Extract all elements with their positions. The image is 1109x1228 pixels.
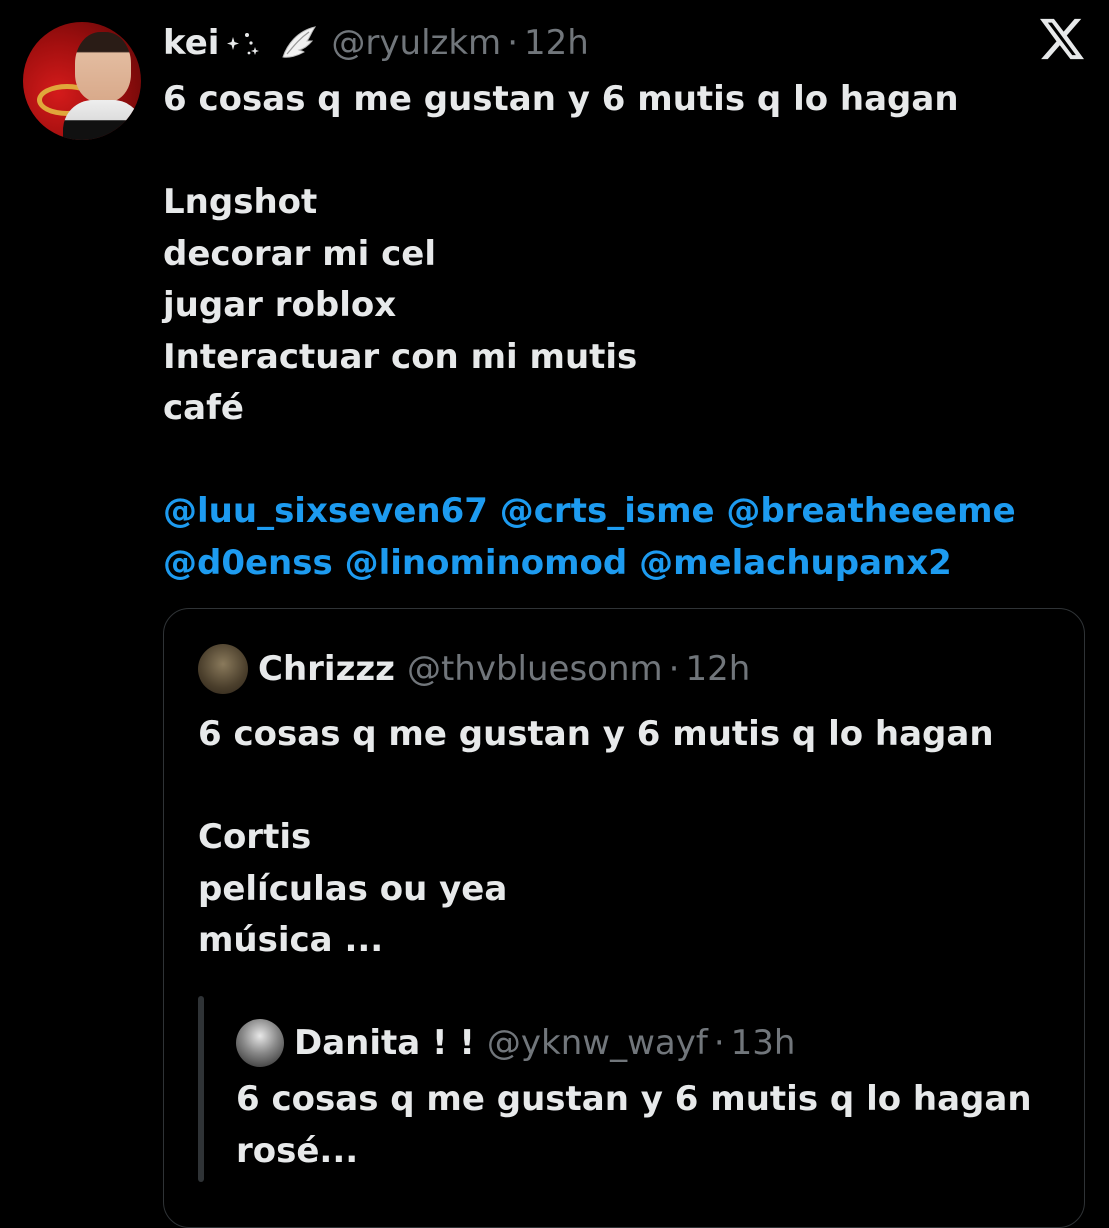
quote-text: 6 cosas q me gustan y 6 mutis q lo hagan…	[198, 714, 994, 960]
quote-header: Chrizzz @thvbluesonm · 12h	[198, 643, 750, 695]
nested-quote-author-handle[interactable]: @yknw_wayf	[487, 1023, 708, 1063]
quote-author-name[interactable]: Chrizzz	[258, 649, 395, 689]
mention-link[interactable]: @luu_sixseven67	[163, 491, 488, 531]
quote-time[interactable]: 12h	[685, 649, 750, 689]
author-handle[interactable]: @ryulzkm	[331, 23, 501, 63]
mentions-line-1: @luu_sixseven67 @crts_isme @breatheeeme	[163, 486, 1016, 538]
mention-link[interactable]: @linominomod	[345, 543, 628, 583]
mentions: @luu_sixseven67 @crts_isme @breatheeeme …	[163, 486, 1016, 589]
mention-link[interactable]: @melachupanx2	[639, 543, 952, 583]
nested-quote-header: Danita ! ! @yknw_wayf · 13h	[236, 1018, 795, 1068]
quote-author-avatar[interactable]	[198, 644, 248, 694]
separator-dot: ·	[713, 1023, 725, 1063]
nested-quote-author-name[interactable]: Danita ! !	[294, 1023, 475, 1063]
mention-link[interactable]: @breatheeeme	[726, 491, 1015, 531]
nested-quote-bar	[198, 996, 204, 1182]
tweet-time[interactable]: 12h	[524, 23, 589, 63]
mentions-line-2: @d0enss @linominomod @melachupanx2	[163, 538, 1016, 590]
separator-dot: ·	[668, 649, 680, 689]
quote-author-handle[interactable]: @thvbluesonm	[407, 649, 663, 689]
tweet-text: 6 cosas q me gustan y 6 mutis q lo hagan…	[163, 79, 959, 428]
author-avatar[interactable]	[23, 22, 141, 140]
x-logo-icon[interactable]	[1040, 18, 1084, 60]
nested-quote-text: 6 cosas q me gustan y 6 mutis q lo hagan…	[236, 1079, 1032, 1171]
nested-quote-author-avatar[interactable]	[236, 1019, 284, 1067]
separator-dot: ·	[507, 23, 518, 63]
tweet[interactable]: kei @ryulzkm · 12h 6 cosas q me gustan y…	[0, 0, 1109, 1228]
nested-quote-time[interactable]: 13h	[731, 1023, 796, 1063]
mention-link[interactable]: @crts_isme	[500, 491, 715, 531]
mention-link[interactable]: @d0enss	[163, 543, 333, 583]
tweet-header: kei @ryulzkm · 12h	[163, 18, 589, 68]
author-name[interactable]: kei	[163, 23, 219, 63]
wing-icon	[282, 26, 317, 58]
sparkle-icon	[227, 33, 260, 55]
